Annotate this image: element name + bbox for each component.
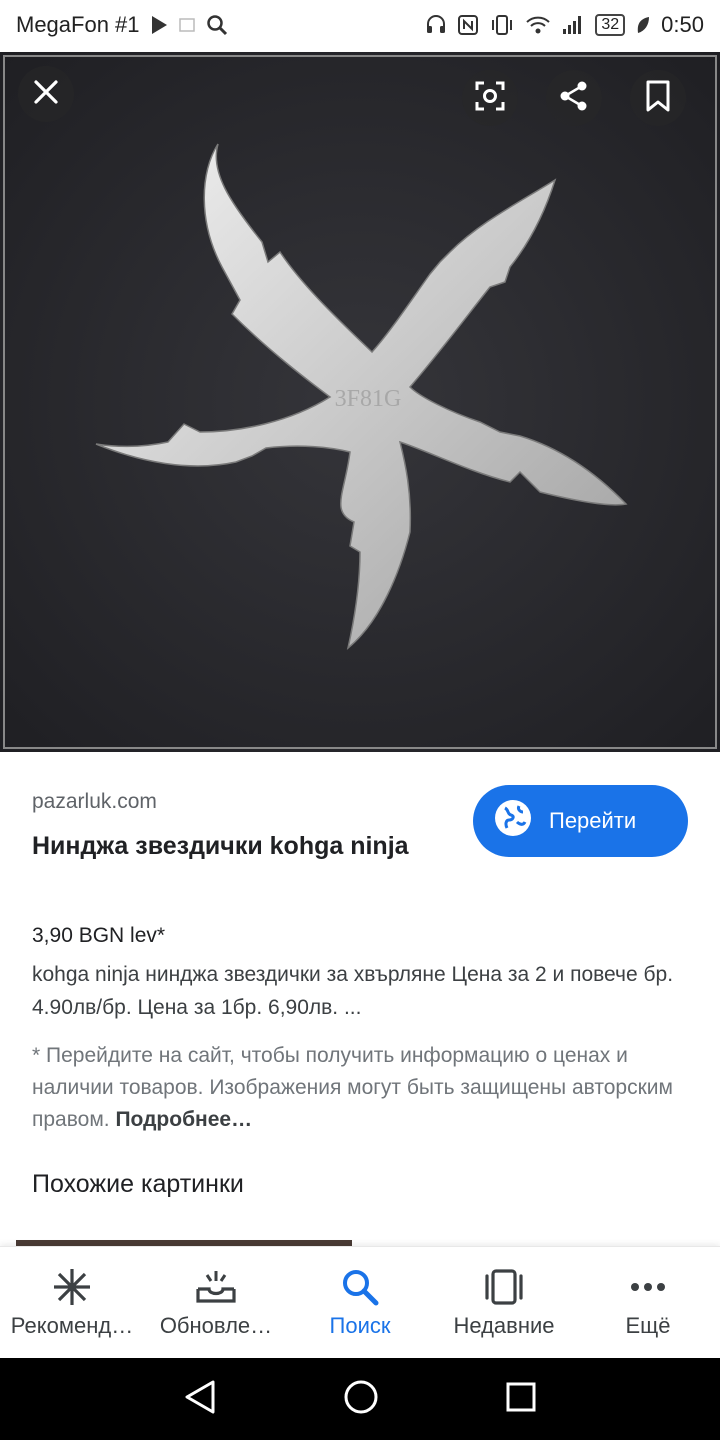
result-info: pazarluk.com Нинджа звездички kohga ninj… [0,752,720,1246]
close-icon [32,78,60,111]
asterisk-icon [52,1267,92,1307]
nav-updates[interactable]: Обновле… [144,1247,288,1358]
description: kohga ninja нинджа звездички за хвърляне… [32,963,674,1019]
source-domain[interactable]: pazarluk.com [32,790,157,814]
status-left: MegaFon #1 [16,12,228,38]
similar-heading: Похожие картинки [32,1170,244,1198]
leaf-icon [635,15,651,35]
cast-icon [178,16,196,34]
back-icon[interactable] [183,1379,217,1420]
search-icon [340,1267,380,1307]
close-button[interactable] [18,66,74,122]
play-icon [150,15,168,35]
nav-recent-label: Недавние [453,1312,555,1338]
engraving-text: 3F81G [335,386,402,412]
nfc-icon [457,14,479,36]
search-status-icon [206,14,228,36]
carrier-label: MegaFon #1 [16,12,140,37]
nav-recent[interactable]: Недавние [432,1247,576,1358]
bookmark-icon [645,80,671,117]
nav-search-label: Поиск [329,1312,391,1338]
visit-button-label: Перейти [549,808,637,833]
clock: 0:50 [661,12,704,37]
nav-recommendations[interactable]: Рекоменд… [0,1247,144,1358]
bottom-nav: Рекоменд… Обновле… Поиск Недавние Ещё [0,1246,720,1358]
more-icon [628,1267,668,1307]
nav-updates-label: Обновле… [159,1312,273,1338]
price: 3,90 BGN lev* [32,924,166,947]
home-icon[interactable] [343,1379,379,1420]
battery-indicator: 32 [595,14,626,36]
bookmark-button[interactable] [630,70,686,126]
disclaimer: * Перейдите на сайт, чтобы получить инфо… [32,1040,692,1136]
visit-button[interactable]: Перейти [473,785,688,857]
lens-button[interactable] [462,70,518,126]
share-icon [558,80,590,117]
overview-icon[interactable] [505,1381,537,1418]
more-link[interactable]: Подробнее… [115,1108,252,1131]
inbox-icon [195,1267,237,1307]
signal-icon [561,14,585,36]
lens-icon [474,80,506,117]
nav-more[interactable]: Ещё [576,1247,720,1358]
nav-more-label: Ещё [625,1312,671,1338]
headset-icon [425,14,447,36]
vibrate-icon [489,14,515,36]
status-right: 32 0:50 [425,12,704,38]
nav-search[interactable]: Поиск [288,1247,432,1358]
wifi-icon [525,14,551,36]
status-bar: MegaFon #1 32 0:50 [0,0,720,50]
shuriken-photo: 3F81G [0,52,720,752]
globe-icon [493,798,533,844]
recent-icon [483,1267,525,1307]
result-title[interactable]: Нинджа звездички kohga ninja [32,826,432,866]
image-viewer[interactable]: 3F81G [0,52,720,752]
share-button[interactable] [546,70,602,126]
nav-recommendations-label: Рекоменд… [10,1312,134,1338]
system-nav [0,1358,720,1440]
